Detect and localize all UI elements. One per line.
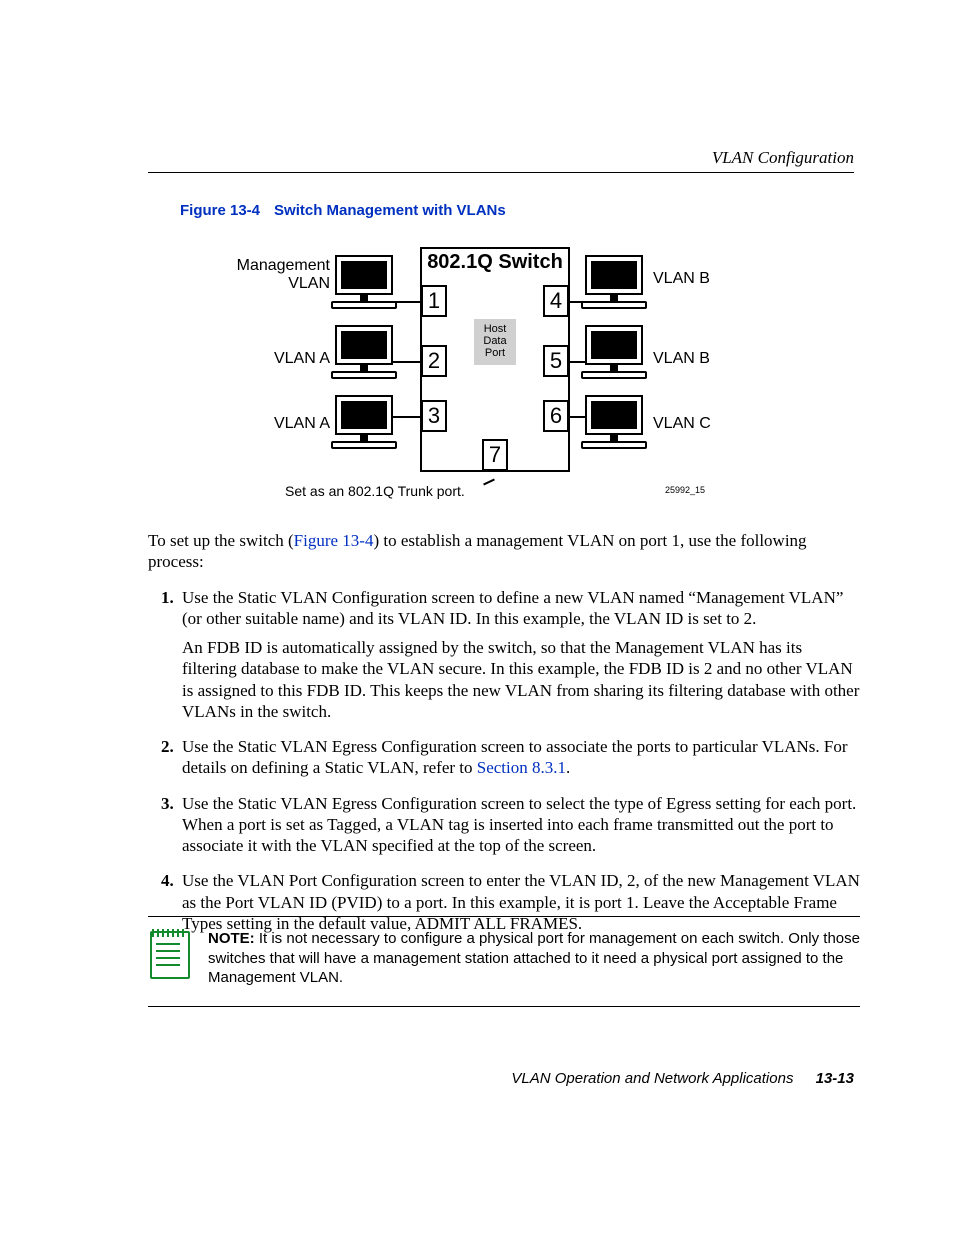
port-5: 5: [543, 345, 569, 377]
port-3: 3: [421, 400, 447, 432]
steps-list: Use the Static VLAN Configuration screen…: [148, 587, 860, 935]
trunk-pointer-line: [483, 479, 495, 486]
header-rule: [148, 172, 854, 173]
figure-title: Switch Management with VLANs: [274, 202, 506, 219]
step-1-text: Use the Static VLAN Configuration screen…: [182, 588, 843, 628]
monitor-icon: [335, 395, 393, 435]
figure-image-id: 25992_15: [665, 485, 705, 495]
port-4: 4: [543, 285, 569, 317]
step-1: Use the Static VLAN Configuration screen…: [178, 587, 860, 723]
figure-diagram: 802.1Q Switch Host Data Port 1 2 3 4 5 6…: [225, 245, 745, 505]
step-1-extra: An FDB ID is automatically assigned by t…: [182, 637, 860, 722]
note-box: NOTE: It is not necessary to configure a…: [148, 916, 860, 1007]
note-text-wrap: NOTE: It is not necessary to configure a…: [208, 929, 860, 988]
port-1: 1: [421, 285, 447, 317]
footer-page-number: 13-13: [816, 1070, 854, 1087]
label-left-vlan-a-1: VLAN A: [225, 350, 330, 368]
hostbox-line3: Port: [474, 347, 516, 359]
host-data-port-box: Host Data Port: [474, 319, 516, 365]
hostbox-line1: Host: [474, 323, 516, 335]
step-3: Use the Static VLAN Egress Configuration…: [178, 793, 860, 857]
note-icon: [148, 929, 190, 977]
trunk-port-note: Set as an 802.1Q Trunk port.: [285, 483, 465, 499]
label-right-vlan-b-2: VLAN B: [653, 350, 710, 368]
connector-line: [569, 416, 585, 418]
connector-line: [393, 301, 421, 303]
label-left-vlan-a-2: VLAN A: [225, 415, 330, 433]
switch-title: 802.1Q Switch: [423, 251, 567, 274]
page-footer: VLAN Operation and Network Applications …: [148, 1070, 854, 1087]
connector-line: [393, 416, 421, 418]
label-management: Management: [225, 257, 330, 275]
body-content: To set up the switch (Figure 13-4) to es…: [148, 530, 860, 948]
label-right-vlan-b-1: VLAN B: [653, 270, 710, 288]
intro-paragraph: To set up the switch (Figure 13-4) to es…: [148, 530, 860, 573]
monitor-base: [581, 441, 647, 449]
label-right-vlan-c: VLAN C: [653, 415, 711, 433]
connector-line: [393, 361, 421, 363]
hostbox-line2: Data: [474, 335, 516, 347]
port-6: 6: [543, 400, 569, 432]
step-2: Use the Static VLAN Egress Configuration…: [178, 736, 860, 779]
monitor-icon: [335, 255, 393, 295]
monitor-base: [581, 301, 647, 309]
monitor-icon: [335, 325, 393, 365]
monitor-icon: [585, 255, 643, 295]
monitor-icon: [585, 325, 643, 365]
step-3-text: Use the Static VLAN Egress Configuration…: [182, 794, 856, 856]
figure-caption: Figure 13-4 Switch Management with VLANs: [180, 202, 506, 219]
monitor-base: [581, 371, 647, 379]
running-header: VLAN Configuration: [712, 148, 854, 168]
intro-pre: To set up the switch (: [148, 531, 294, 550]
port-2: 2: [421, 345, 447, 377]
note-text: It is not necessary to configure a physi…: [208, 930, 860, 986]
step-2-post: .: [566, 758, 570, 777]
monitor-base: [331, 301, 397, 309]
label-management-vlan: VLAN: [225, 275, 330, 293]
footer-doc-title: VLAN Operation and Network Applications: [511, 1070, 793, 1087]
monitor-base: [331, 371, 397, 379]
port-7: 7: [482, 439, 508, 471]
note-label: NOTE:: [208, 930, 255, 947]
figure-link[interactable]: Figure 13-4: [294, 531, 374, 550]
connector-line: [569, 301, 585, 303]
connector-line: [569, 361, 585, 363]
figure-number: Figure 13-4: [180, 202, 260, 219]
monitor-icon: [585, 395, 643, 435]
section-link[interactable]: Section 8.3.1: [477, 758, 566, 777]
monitor-base: [331, 441, 397, 449]
